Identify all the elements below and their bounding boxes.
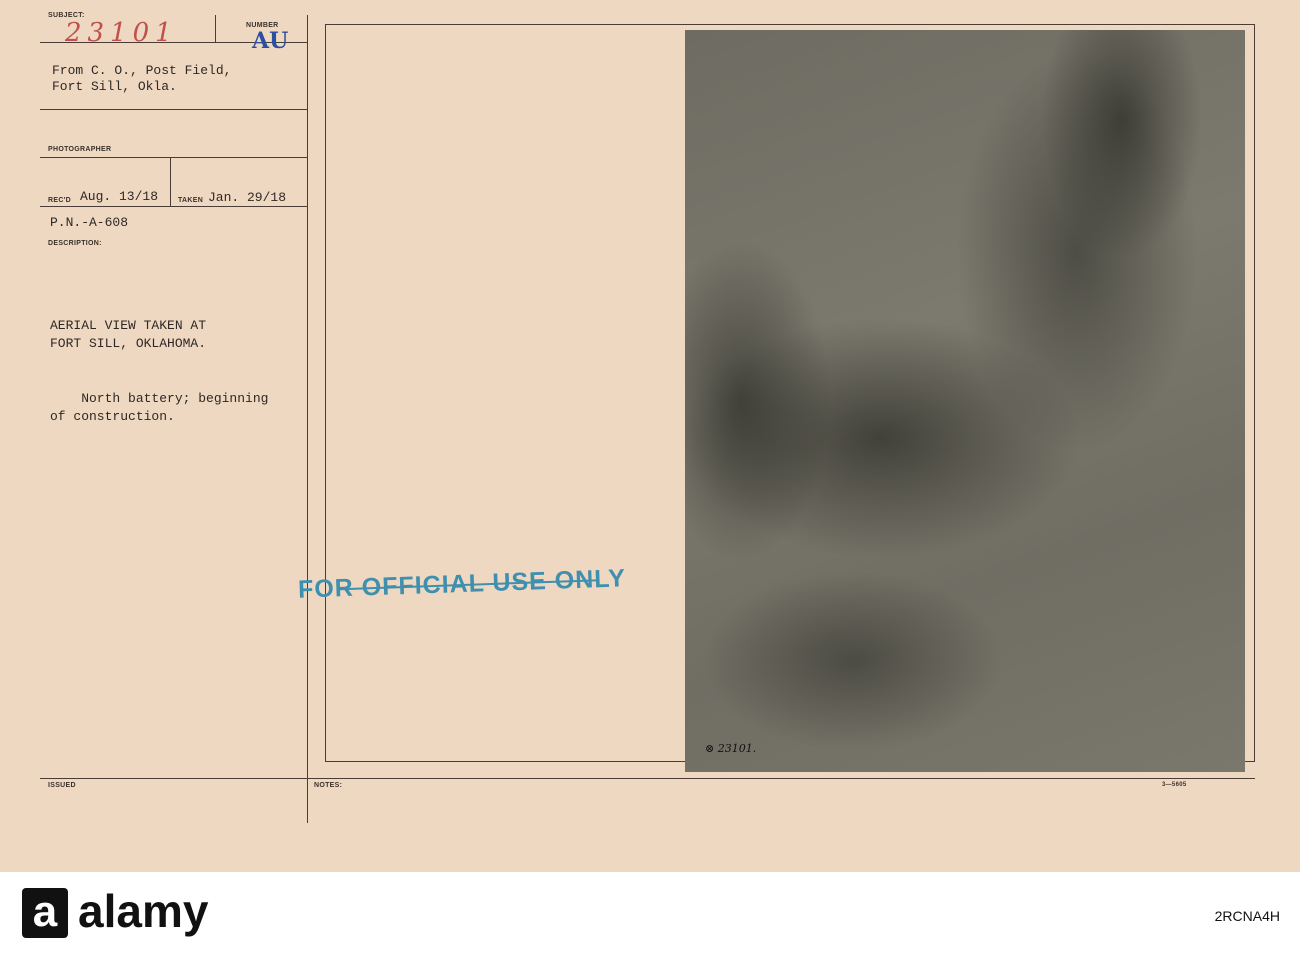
description-line: of construction. <box>50 409 175 424</box>
description-label: DESCRIPTION: <box>48 240 102 247</box>
divider <box>40 109 308 110</box>
brand-name: alamy <box>78 885 209 937</box>
archive-card: SUBJECT: 23101 NUMBER AU From C. O., Pos… <box>0 0 1300 872</box>
image-id: 2RCNA4H <box>1214 908 1280 924</box>
photo-caption: ⊗ 23101. <box>705 742 757 755</box>
taken-value: Jan. 29/18 <box>208 190 287 205</box>
footer-bar: a alamy 2RCNA4H <box>0 872 1300 958</box>
pn-value: P.N.-A-608 <box>50 215 129 230</box>
frame-top <box>325 24 1255 25</box>
taken-label: TAKEN <box>178 197 204 204</box>
description-line: AERIAL VIEW TAKEN AT <box>50 318 207 333</box>
recd-value: Aug. 13/18 <box>80 189 159 204</box>
description-line: FORT SILL, OKLAHOMA. <box>50 336 207 351</box>
official-use-stamp: FOR OFFICIAL USE ONLY <box>297 564 627 604</box>
divider <box>40 157 308 158</box>
frame-right <box>1254 24 1255 762</box>
divider <box>40 778 1255 779</box>
notes-label: NOTES: <box>314 782 343 789</box>
frame-left <box>325 24 326 762</box>
subject-value: 23101 <box>65 18 178 48</box>
issued-label: ISSUED <box>48 782 76 789</box>
divider <box>307 15 308 823</box>
description-line: North battery; beginning <box>50 391 269 406</box>
from-line-2: Fort Sill, Okla. <box>52 79 177 94</box>
aerial-photograph: ⊗ 23101. <box>685 30 1245 772</box>
photographer-label: PHOTOGRAPHER <box>48 146 112 153</box>
divider <box>40 206 308 207</box>
from-line-1: From C. O., Post Field, <box>52 63 232 78</box>
alamy-logo-icon: a <box>22 888 68 938</box>
divider <box>170 158 171 206</box>
number-value: AU <box>252 28 289 54</box>
form-number: 3—5605 <box>1162 782 1187 788</box>
recd-label: REC'D <box>48 197 71 204</box>
divider <box>215 15 216 43</box>
